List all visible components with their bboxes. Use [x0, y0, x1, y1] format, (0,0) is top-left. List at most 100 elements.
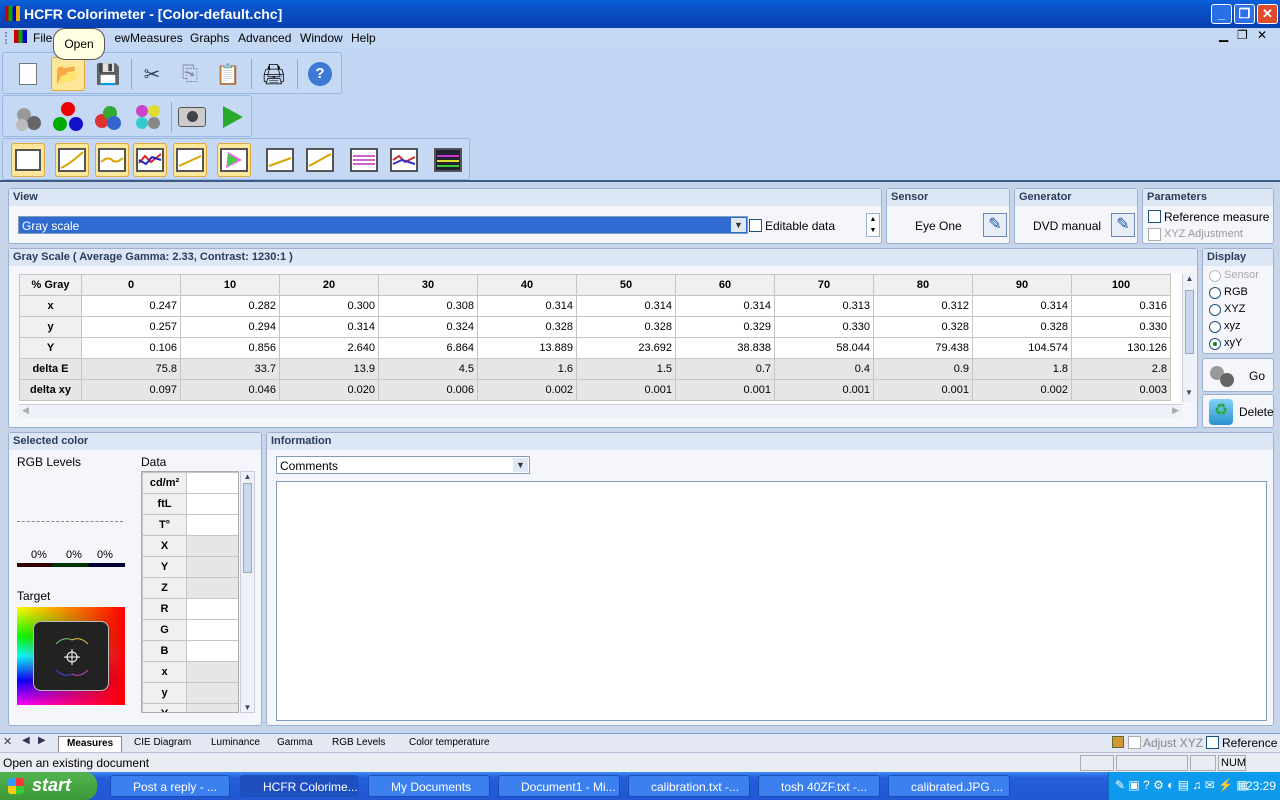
- table-cell[interactable]: 0.257: [81, 316, 181, 338]
- sensor-configure-icon[interactable]: ✎: [983, 213, 1007, 237]
- table-cell[interactable]: 0.001: [774, 379, 874, 401]
- paste-icon[interactable]: 📋: [211, 57, 245, 91]
- editable-data-checkbox[interactable]: [749, 219, 762, 232]
- reference-checkbox[interactable]: [1206, 736, 1219, 749]
- table-cell[interactable]: 58.044: [774, 337, 874, 359]
- tab-prev-icon[interactable]: ◀: [22, 735, 30, 746]
- table-cell[interactable]: 0.4: [774, 358, 874, 380]
- column-header[interactable]: 0: [81, 274, 181, 296]
- table-cell[interactable]: 0.856: [180, 337, 280, 359]
- reference-measure-checkbox[interactable]: [1148, 210, 1161, 223]
- measure-gray-icon[interactable]: [11, 100, 45, 134]
- graph-view-10-icon[interactable]: [387, 143, 421, 177]
- column-header[interactable]: 10: [180, 274, 280, 296]
- table-cell[interactable]: 2.640: [279, 337, 379, 359]
- tab-luminance[interactable]: Luminance: [203, 736, 268, 752]
- mdi-close-button[interactable]: ✕: [1257, 28, 1267, 42]
- table-cell[interactable]: 130.126: [1071, 337, 1171, 359]
- chevron-down-icon[interactable]: ▼: [513, 458, 528, 472]
- row-header[interactable]: x: [19, 295, 82, 317]
- table-cell[interactable]: 0.314: [477, 295, 577, 317]
- table-cell[interactable]: 33.7: [180, 358, 280, 380]
- graph-view-3-icon[interactable]: [95, 143, 129, 177]
- display-radio-xyy[interactable]: [1209, 338, 1221, 350]
- cut-icon[interactable]: ✂: [135, 57, 169, 91]
- comments-textarea[interactable]: [276, 481, 1267, 721]
- table-cell[interactable]: 0.328: [873, 316, 973, 338]
- table-cell[interactable]: 0.001: [576, 379, 676, 401]
- graph-view-9-icon[interactable]: [347, 143, 381, 177]
- graph-view-1-icon[interactable]: [11, 143, 45, 177]
- row-header[interactable]: delta xy: [19, 379, 82, 401]
- table-cell[interactable]: 13.9: [279, 358, 379, 380]
- data-scrollbar[interactable]: ▲ ▼: [240, 471, 255, 713]
- menu-graphs[interactable]: Graphs: [190, 31, 229, 45]
- table-cell[interactable]: 0.329: [675, 316, 775, 338]
- table-cell[interactable]: 0.282: [180, 295, 280, 317]
- table-cell[interactable]: 79.438: [873, 337, 973, 359]
- help-icon[interactable]: ?: [303, 57, 337, 91]
- display-radio-xyz[interactable]: [1209, 304, 1221, 316]
- measure-secondaries-icon[interactable]: [91, 100, 125, 134]
- graph-view-7-icon[interactable]: [263, 143, 297, 177]
- table-cell[interactable]: 0.328: [972, 316, 1072, 338]
- table-cell[interactable]: 0.312: [873, 295, 973, 317]
- tab-color-temperature[interactable]: Color temperature: [401, 736, 498, 752]
- display-radio-xyz[interactable]: [1209, 321, 1221, 333]
- task-tosh-txt[interactable]: tosh 40ZF.txt -...: [758, 775, 880, 797]
- column-header[interactable]: 90: [972, 274, 1072, 296]
- column-header[interactable]: 50: [576, 274, 676, 296]
- column-header[interactable]: 30: [378, 274, 478, 296]
- tab-cie-diagram[interactable]: CIE Diagram: [126, 736, 199, 752]
- table-cell[interactable]: 38.838: [675, 337, 775, 359]
- save-icon[interactable]: 💾: [91, 57, 125, 91]
- table-cell[interactable]: 0.006: [378, 379, 478, 401]
- graph-view-5-icon[interactable]: [173, 143, 207, 177]
- tab-gamma[interactable]: Gamma: [269, 736, 321, 752]
- table-cell[interactable]: 0.314: [972, 295, 1072, 317]
- table-cell[interactable]: 4.5: [378, 358, 478, 380]
- task-document1[interactable]: Document1 - Mi...: [498, 775, 620, 797]
- minimize-button[interactable]: _: [1211, 4, 1232, 24]
- menu-file[interactable]: File: [33, 31, 52, 45]
- grid-vertical-scrollbar[interactable]: ▲ ▼: [1182, 274, 1196, 402]
- table-cell[interactable]: 0.313: [774, 295, 874, 317]
- table-cell[interactable]: 0.001: [675, 379, 775, 401]
- table-cell[interactable]: 0.001: [873, 379, 973, 401]
- table-cell[interactable]: 0.020: [279, 379, 379, 401]
- mdi-minimize-button[interactable]: ▁: [1219, 28, 1228, 42]
- target-color-picker[interactable]: [17, 607, 125, 705]
- task-calibrated-jpg[interactable]: calibrated.JPG ...: [888, 775, 1010, 797]
- measure-primaries-icon[interactable]: [51, 100, 85, 134]
- column-header[interactable]: 60: [675, 274, 775, 296]
- tab-measures[interactable]: Measures: [58, 736, 123, 752]
- tab-rgb-levels[interactable]: RGB Levels: [324, 736, 393, 752]
- table-cell[interactable]: 1.6: [477, 358, 577, 380]
- menu-measures[interactable]: Measures: [130, 31, 183, 45]
- table-cell[interactable]: 0.324: [378, 316, 478, 338]
- mdi-restore-button[interactable]: ❐: [1237, 28, 1248, 42]
- menu-window[interactable]: Window: [300, 31, 343, 45]
- column-header[interactable]: 70: [774, 274, 874, 296]
- table-cell[interactable]: 0.046: [180, 379, 280, 401]
- table-cell[interactable]: 0.330: [774, 316, 874, 338]
- table-cell[interactable]: 0.002: [477, 379, 577, 401]
- grid-horizontal-scrollbar[interactable]: ◀ ▶: [19, 404, 1182, 418]
- column-header[interactable]: 20: [279, 274, 379, 296]
- tab-close-icon[interactable]: ✕: [3, 735, 12, 748]
- table-cell[interactable]: 2.8: [1071, 358, 1171, 380]
- table-cell[interactable]: 0.308: [378, 295, 478, 317]
- table-cell[interactable]: 13.889: [477, 337, 577, 359]
- table-cell[interactable]: 0.247: [81, 295, 181, 317]
- task-my-documents[interactable]: My Documents: [368, 775, 490, 797]
- column-header-gray[interactable]: % Gray: [19, 274, 82, 296]
- close-button[interactable]: ✕: [1257, 4, 1278, 24]
- measure-all-colors-icon[interactable]: [131, 100, 165, 134]
- table-cell[interactable]: 0.9: [873, 358, 973, 380]
- display-radio-rgb[interactable]: [1209, 287, 1221, 299]
- graph-view-11-icon[interactable]: [431, 143, 465, 177]
- cie-diagram-icon[interactable]: [217, 143, 251, 177]
- table-cell[interactable]: 0.097: [81, 379, 181, 401]
- table-cell[interactable]: 0.002: [972, 379, 1072, 401]
- camera-icon[interactable]: [175, 100, 209, 134]
